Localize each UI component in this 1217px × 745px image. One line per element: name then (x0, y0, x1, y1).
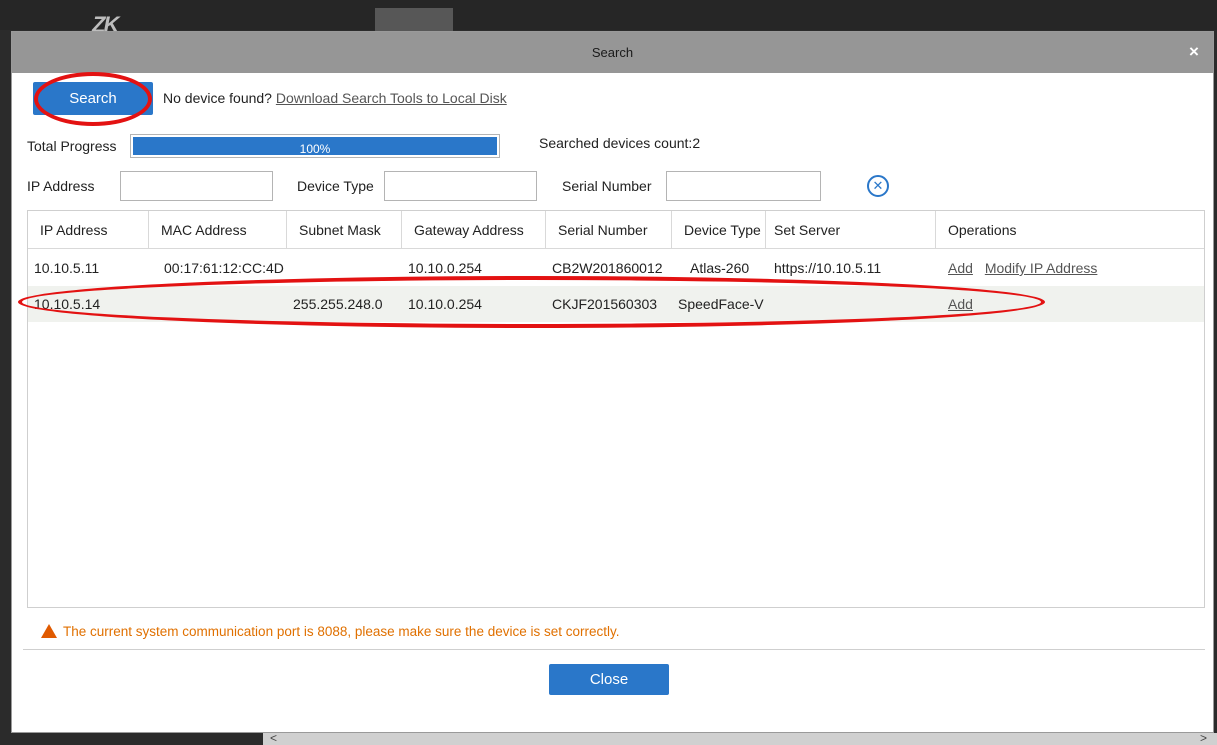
dialog-titlebar: Search (12, 32, 1213, 73)
cell-gateway: 10.10.0.254 (408, 296, 482, 312)
table-header: IP Address MAC Address Subnet Mask Gatew… (28, 211, 1204, 249)
scroll-right-arrow-icon[interactable]: > (1200, 731, 1207, 745)
add-device-link[interactable]: Add (948, 260, 973, 276)
column-gateway-address[interactable]: Gateway Address (402, 211, 546, 248)
table-row[interactable]: 10.10.5.11 00:17:61:12:CC:4D 10.10.0.254… (28, 250, 1204, 286)
cell-mac: 00:17:61:12:CC:4D (164, 260, 284, 276)
cell-operations: Add (936, 286, 1204, 322)
device-type-filter-label: Device Type (297, 178, 374, 194)
search-button[interactable]: Search (33, 82, 153, 115)
cell-subnet: 255.255.248.0 (293, 296, 383, 312)
total-progress-value: 100% (299, 142, 331, 156)
cell-serial: CKJF201560303 (552, 296, 658, 312)
column-subnet-mask[interactable]: Subnet Mask (287, 211, 402, 248)
searched-devices-count: Searched devices count:2 (539, 135, 701, 151)
close-button[interactable]: Close (549, 664, 669, 695)
scroll-left-arrow-icon[interactable]: < (270, 731, 277, 745)
app-logo: ZK (92, 12, 119, 37)
column-mac-address[interactable]: MAC Address (149, 211, 287, 248)
column-device-type[interactable]: Device Type (672, 211, 766, 248)
cell-mac (149, 286, 287, 322)
column-ip-address[interactable]: IP Address (28, 211, 149, 248)
footer-divider (23, 649, 1205, 650)
download-search-tools-link[interactable]: Download Search Tools to Local Disk (276, 90, 507, 106)
modify-ip-address-link[interactable]: Modify IP Address (985, 260, 1098, 276)
serial-number-filter-input[interactable] (666, 171, 821, 201)
close-icon[interactable]: × (1185, 43, 1203, 61)
cell-device-type: Atlas-260 (690, 260, 750, 276)
cell-set-server: https://10.10.5.11 (774, 260, 882, 276)
search-dialog: Search × Search No device found? Downloa… (11, 31, 1214, 733)
device-type-filter-input[interactable] (384, 171, 537, 201)
dialog-title: Search (591, 45, 634, 60)
column-set-server[interactable]: Set Server (766, 211, 936, 248)
total-progress-label: Total Progress (27, 138, 117, 154)
table-row[interactable]: 10.10.5.14 255.255.248.0 10.10.0.254 CKJ… (28, 286, 1204, 322)
horizontal-scrollbar[interactable] (263, 733, 1217, 745)
device-table: IP Address MAC Address Subnet Mask Gatew… (27, 210, 1205, 608)
warning-icon (41, 624, 57, 638)
cell-gateway: 10.10.0.254 (408, 260, 482, 276)
serial-number-filter-label: Serial Number (562, 178, 652, 194)
cell-operations: Add Modify IP Address (936, 250, 1204, 286)
ip-address-filter-label: IP Address (27, 178, 95, 194)
port-warning: The current system communication port is… (41, 622, 620, 639)
add-device-link[interactable]: Add (948, 296, 973, 312)
column-operations[interactable]: Operations (936, 211, 1204, 248)
no-device-text: No device found? (163, 90, 272, 106)
clear-filter-icon[interactable]: ✕ (867, 175, 889, 197)
no-device-hint: No device found? Download Search Tools t… (163, 90, 507, 106)
column-serial-number[interactable]: Serial Number (546, 211, 672, 248)
ip-address-filter-input[interactable] (120, 171, 273, 201)
cell-set-server (766, 286, 936, 322)
cell-subnet (287, 250, 402, 286)
cell-device-type: SpeedFace-V (678, 296, 764, 312)
app-active-tab[interactable] (375, 8, 453, 32)
port-warning-text: The current system communication port is… (63, 624, 620, 639)
cell-ip: 10.10.5.14 (34, 296, 101, 312)
cell-ip: 10.10.5.11 (34, 260, 100, 276)
cell-serial: CB2W201860012 (552, 260, 663, 276)
